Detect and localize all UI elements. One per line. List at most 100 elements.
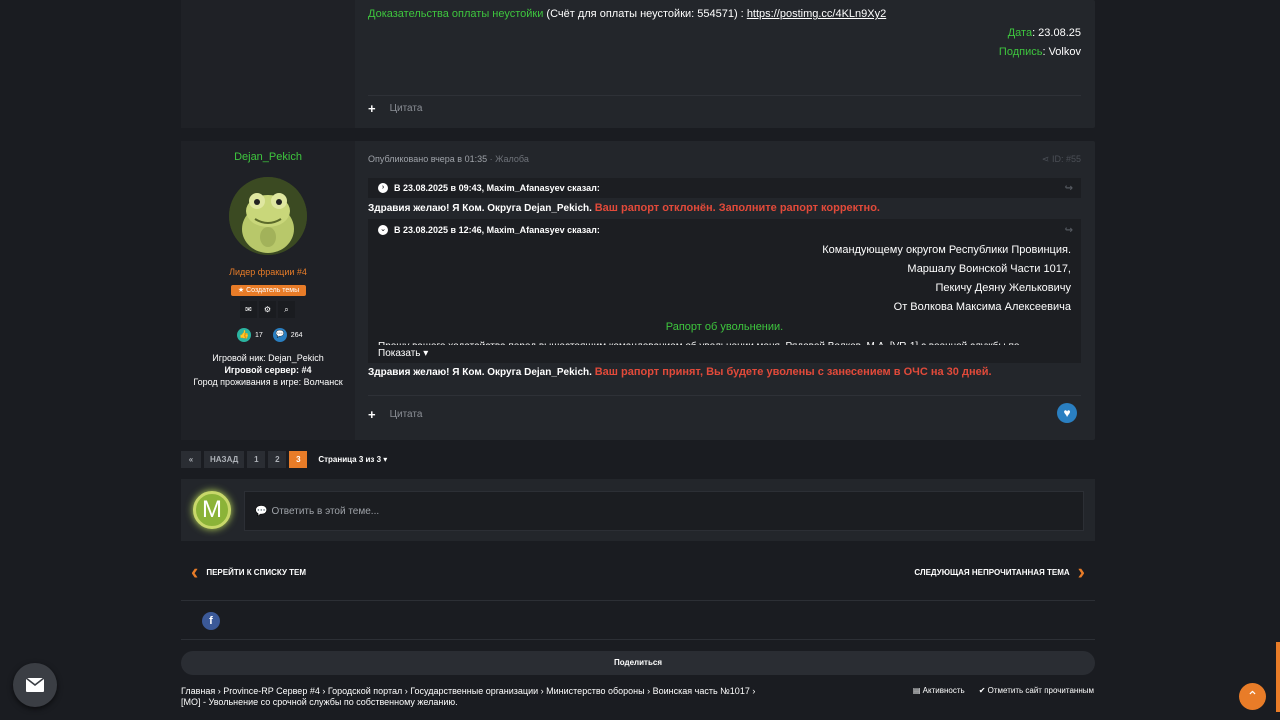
like-icon: 👍 [237, 328, 251, 342]
prev-page-button[interactable]: НАЗАД [204, 451, 245, 468]
activity-link[interactable]: ▤ Активность [913, 686, 965, 695]
scroll-top-button[interactable]: ⌃ [1239, 683, 1266, 710]
quote-2-header[interactable]: ⌄ В 23.08.2025 в 12:46, Maxim_Afanasyev … [368, 219, 1081, 239]
quote-share-icon[interactable]: ↪ [1065, 183, 1073, 194]
quote-1: › В 23.08.2025 в 09:43, Maxim_Afanasyev … [368, 178, 1081, 198]
reply-line-2: Здравия желаю! Я Ком. Округа Dejan_Pekic… [368, 366, 1081, 378]
divider [368, 395, 1081, 396]
breadcrumb-trail: Главная › Province-RP Сервер #4 › Городс… [181, 686, 756, 696]
quote-share-icon[interactable]: ↪ [1065, 225, 1073, 236]
badge-label: Создатель темы [246, 287, 300, 294]
message-icon[interactable]: ✉ [240, 301, 257, 318]
report-addressee: Командующему округом Республики Провинци… [368, 241, 1081, 317]
envelope-icon [26, 678, 44, 692]
author-name[interactable]: Dejan_Pekich [181, 151, 355, 163]
gear-icon[interactable]: ⚙ [259, 301, 276, 318]
mark-read-link[interactable]: ✔ Отметить сайт прочитанным [979, 686, 1094, 695]
facebook-icon[interactable]: f [202, 612, 220, 630]
messenger-button[interactable] [13, 663, 57, 707]
caret-down-icon: ▾ [423, 348, 429, 359]
sign-label: Подпись [998, 46, 1043, 58]
likes-count: 17 [255, 331, 263, 339]
game-nick: Игровой ник: Dejan_Pekich [212, 353, 324, 363]
multiquote-plus-icon[interactable]: + [368, 101, 376, 116]
comment-icon: 💬 [255, 505, 268, 517]
next-unread-link[interactable]: СЛЕДУЮЩАЯ НЕПРОЧИТАННАЯ ТЕМА › [914, 561, 1085, 583]
addressee-line-3: Пекичу Деяну Желькoвичу [935, 282, 1072, 294]
proof-link[interactable]: https://postimg.cc/4KLn9Xy2 [747, 8, 886, 20]
page-3-button[interactable]: 3 [289, 451, 308, 468]
breadcrumb-unit[interactable]: Воинская часть №1017 [653, 686, 750, 696]
addressee-line-4: От Волкова Максима Алексеевича [893, 301, 1071, 313]
comments-count: 264 [290, 331, 303, 339]
post-2: Dejan_Pekich Лидер фракции #4 ★ Создател… [181, 141, 1095, 440]
author-game-info: Игровой ник: Dejan_Pekich Игровой сервер… [181, 352, 355, 388]
reply-line-1: Здравия желаю! Я Ком. Округа Dejan_Pekic… [368, 202, 1081, 214]
comment-icon: 💬 [272, 328, 287, 342]
page-jump-dropdown[interactable]: Страница 3 из 3 ▾ [318, 455, 387, 464]
multiquote-plus-icon[interactable]: + [368, 407, 376, 422]
author-actions: ✉ ⚙ ⌕ [240, 301, 295, 318]
quote-button[interactable]: Цитата [390, 409, 423, 420]
user-avatar[interactable]: M [193, 491, 231, 529]
breadcrumb-server[interactable]: Province-RP Сервер #4 [223, 686, 320, 696]
addressee-line-2: Маршалу Воинской Части 1017, [907, 263, 1071, 275]
quote-button[interactable]: Цитата [390, 103, 423, 114]
proof-invoice: (Счёт для оплаты неустойки: 554571) : [546, 8, 744, 20]
author-rank: Лидер фракции #4 [229, 267, 307, 277]
check-icon: ✔ [978, 686, 986, 695]
first-page-icon[interactable]: « [181, 451, 201, 468]
proof-line: Доказательства оплаты неустойки (Счёт дл… [368, 8, 1081, 20]
sign-line: Подпись: Volkov [368, 46, 1081, 58]
reply-placeholder: Ответить в этой теме... [271, 505, 380, 517]
search-icon[interactable]: ⌕ [278, 301, 295, 318]
reply-1-greeting: Здравия желаю! Я Ком. Округа Dejan_Pekic… [368, 203, 592, 214]
next-unread-label: СЛЕДУЮЩАЯ НЕПРОЧИТАННАЯ ТЕМА [914, 567, 1070, 577]
post-meta: Опубликовано вчера в 01:35 · Жалоба ⋖ ID… [368, 154, 1081, 164]
back-to-topics-link[interactable]: ‹ ПЕРЕЙТИ К СПИСКУ ТЕМ [191, 561, 307, 583]
report-link[interactable]: · Жалоба [490, 154, 529, 164]
date-value: : 23.08.25 [1032, 27, 1081, 39]
chevron-down-icon: ⌄ [378, 225, 388, 235]
breadcrumb-ministry[interactable]: Министерство обороны [546, 686, 644, 696]
back-to-topics-label: ПЕРЕЙТИ К СПИСКУ ТЕМ [206, 567, 307, 577]
author-reactions: 👍 17 💬 264 [237, 328, 302, 342]
mark-read-label: Отметить сайт прочитанным [987, 686, 1094, 695]
reply-input[interactable]: 💬 Ответить в этой теме... [244, 491, 1084, 531]
page-2-button[interactable]: 2 [268, 451, 287, 468]
footer-links: ▤ Активность ✔ Отметить сайт прочитанным [913, 686, 1094, 695]
scrollbar[interactable] [1276, 642, 1280, 712]
quote-1-header[interactable]: › В 23.08.2025 в 09:43, Maxim_Afanasyev … [368, 178, 1081, 198]
post-1-author-column [181, 0, 355, 128]
breadcrumb-portal[interactable]: Городской портал [328, 686, 402, 696]
page-1-button[interactable]: 1 [247, 451, 266, 468]
author-avatar[interactable] [229, 177, 307, 255]
share-icon: ⋖ [1041, 154, 1050, 164]
show-more-button[interactable]: Показать ▾ [378, 348, 428, 359]
reply-2-verdict: Ваш рапорт принят, Вы будете уволены с з… [594, 366, 992, 378]
addressee-line-1: Командующему округом Республики Провинци… [822, 244, 1071, 256]
post-id-label: ID: #55 [1051, 154, 1081, 164]
breadcrumb: Главная › Province-RP Сервер #4 › Городс… [181, 686, 755, 708]
share-button[interactable]: Поделиться [181, 651, 1095, 675]
post-id[interactable]: ⋖ ID: #55 [1042, 154, 1081, 165]
heart-reaction-icon[interactable]: ♥ [1057, 403, 1077, 423]
game-server: Игровой сервер: #4 [224, 365, 312, 375]
star-icon: ★ [237, 287, 245, 294]
breadcrumb-gov-orgs[interactable]: Государственные организации [410, 686, 538, 696]
breadcrumb-home[interactable]: Главная [181, 686, 215, 696]
quote-1-citation: В 23.08.2025 в 09:43, Maxim_Afanasyev ск… [394, 183, 600, 193]
date-label: Дата [1007, 27, 1033, 39]
post-2-controls: + Цитата [368, 407, 422, 422]
game-city: Город проживания в игре: Волчанск [193, 377, 343, 387]
quote-2: ⌄ В 23.08.2025 в 12:46, Maxim_Afanasyev … [368, 219, 1081, 363]
reply-1-verdict: Ваш рапорт отклонён. Заполните рапорт ко… [594, 202, 880, 214]
show-more-label: Показать [378, 348, 421, 359]
post-2-author-column: Dejan_Pekich Лидер фракции #4 ★ Создател… [181, 141, 355, 440]
show-more-bar: Показать ▾ [368, 345, 1081, 363]
topic-starter-badge: ★ Создатель темы [231, 285, 306, 296]
quote-2-citation: В 23.08.2025 в 12:46, Maxim_Afanasyev ск… [394, 225, 600, 235]
frog-avatar-icon [229, 177, 307, 255]
post-1: Доказательства оплаты неустойки (Счёт дл… [181, 0, 1095, 128]
page-summary: Страница 3 из 3 [318, 455, 382, 464]
